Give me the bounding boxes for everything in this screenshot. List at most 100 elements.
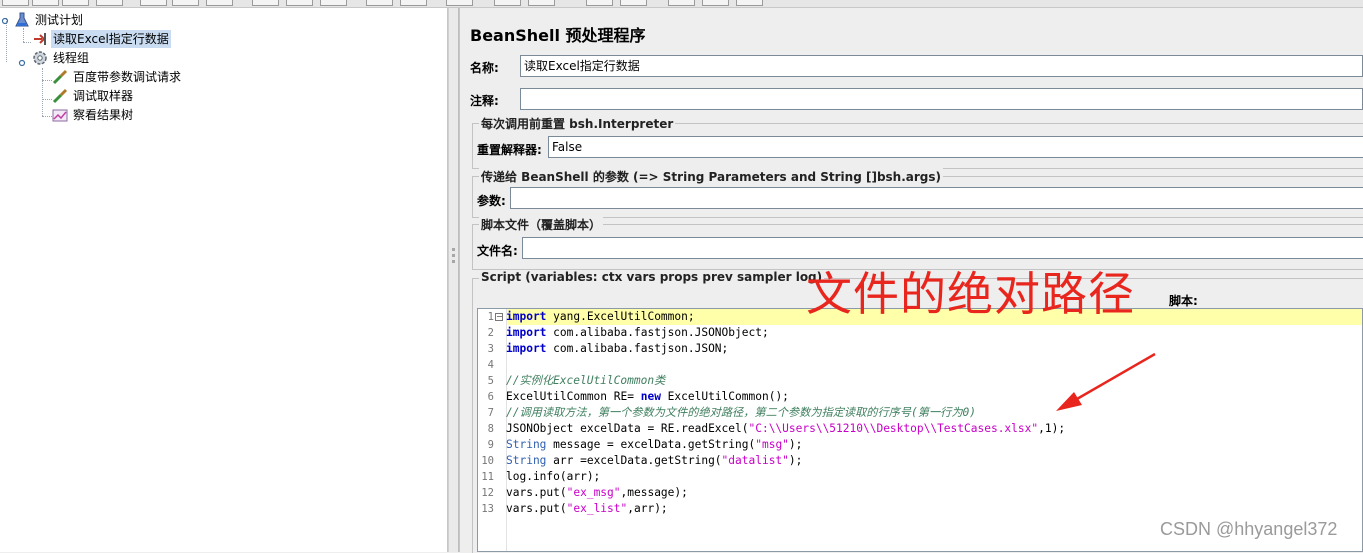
- tree-connector: [23, 28, 24, 42]
- line-number: 9: [487, 439, 494, 451]
- tree-item-test-plan[interactable]: 测试计划: [14, 11, 85, 29]
- toolbar-button[interactable]: [206, 0, 233, 6]
- test-plan-tree: 测试计划 读取Excel指定行数据 线程组 百度带参数调试请求 调试取样器 察看…: [0, 8, 448, 552]
- code-line: JSONObject excelData = RE.readExcel("C:\…: [506, 422, 1066, 435]
- toolbar-button[interactable]: [494, 0, 521, 6]
- code-line: import com.alibaba.fastjson.JSON;: [506, 342, 729, 355]
- line-number: 2: [487, 327, 494, 339]
- line-number: 3: [487, 343, 494, 355]
- toolbar-button[interactable]: [668, 0, 695, 6]
- line-number: 12: [481, 487, 494, 499]
- reset-label: 重置解释器:: [477, 143, 542, 157]
- tree-connector: [42, 68, 43, 116]
- toolbar-button[interactable]: [366, 0, 393, 6]
- splitter-grip: [452, 254, 455, 257]
- toolbar-button[interactable]: [702, 0, 729, 6]
- line-number: 8: [487, 423, 494, 435]
- tree-connector: [23, 42, 31, 43]
- toolbar-button[interactable]: [620, 0, 647, 6]
- line-number: 11: [481, 471, 494, 483]
- code-line: //调用读取方法，第一个参数为文件的绝对路径，第二个参数为指定读取的行序号(第一…: [506, 406, 976, 419]
- toolbar-button[interactable]: [172, 0, 199, 6]
- toolbar-button[interactable]: [586, 0, 613, 6]
- code-line: String message = excelData.getString("ms…: [506, 438, 803, 451]
- code-line: vars.put("ex_list",arr);: [506, 502, 668, 515]
- line-number: 7: [487, 407, 494, 419]
- tree-connector: [42, 116, 52, 117]
- toolbar-button[interactable]: [62, 0, 89, 6]
- toolbar-button[interactable]: [286, 0, 313, 6]
- name-field[interactable]: 读取Excel指定行数据: [520, 55, 1363, 77]
- code-line: ExcelUtilCommon RE= new ExcelUtilCommon(…: [506, 390, 789, 403]
- toolbar-button[interactable]: [400, 0, 427, 6]
- tree-connector: [42, 80, 52, 81]
- line-number: 13: [481, 503, 494, 515]
- filename-label: 文件名:: [477, 244, 518, 258]
- toolbar-button[interactable]: [736, 0, 763, 6]
- script-group-title: Script (variables: ctx vars props prev s…: [479, 270, 825, 284]
- script-label: 脚本:: [1169, 294, 1198, 308]
- splitter-grip: [452, 260, 455, 263]
- parameters-group: 传递给 BeanShell 的参数 (=> String Parameters …: [472, 168, 1363, 218]
- toolbar-button[interactable]: [446, 0, 473, 6]
- parameters-group-title: 传递给 BeanShell 的参数 (=> String Parameters …: [479, 168, 944, 185]
- toolbar-button[interactable]: [252, 0, 279, 6]
- panel-border: [458, 8, 459, 552]
- preprocessor-icon: [32, 31, 48, 47]
- parameters-field[interactable]: [510, 187, 1363, 209]
- reset-interpreter-group: 每次调用前重置 bsh.Interpreter 重置解释器: False: [472, 115, 1363, 169]
- chart-icon: [52, 107, 68, 123]
- comment-field[interactable]: [520, 88, 1363, 110]
- line-number: 5: [487, 375, 494, 387]
- tree-item-preprocessor[interactable]: 读取Excel指定行数据: [32, 30, 171, 48]
- toolbar-button[interactable]: [2, 0, 29, 6]
- name-label: 名称:: [470, 61, 499, 75]
- splitter-grip: [452, 248, 455, 251]
- reset-interpreter-select[interactable]: False: [548, 136, 1363, 158]
- tree-item-thread-group[interactable]: 线程组: [32, 49, 91, 67]
- toolbar-button[interactable]: [32, 0, 59, 6]
- gear-icon: [32, 50, 48, 66]
- line-number: 6: [487, 391, 494, 403]
- annotation-text: 文件的绝对路径: [806, 267, 1135, 321]
- collapse-toggle[interactable]: [1, 14, 9, 25]
- tree-item-results-tree[interactable]: 察看结果树: [52, 106, 135, 124]
- tree-item-label: 读取Excel指定行数据: [51, 30, 171, 48]
- script-file-group-title: 脚本文件（覆盖脚本）: [479, 216, 604, 233]
- tree-item-baidu-request[interactable]: 百度带参数调试请求: [52, 68, 183, 86]
- code-line: vars.put("ex_msg",message);: [506, 486, 688, 499]
- toolbar-button[interactable]: [140, 0, 167, 6]
- code-line: String arr =excelData.getString("datalis…: [506, 454, 803, 467]
- toolbar-button[interactable]: [320, 0, 347, 6]
- fold-toggle[interactable]: −: [495, 313, 503, 321]
- watermark: CSDN @hhyangel372: [1160, 519, 1338, 539]
- tree-item-label: 调试取样器: [73, 89, 134, 103]
- tree-item-label: 线程组: [53, 51, 90, 65]
- annotation-arrow: [1056, 352, 1156, 411]
- code-line: import yang.ExcelUtilCommon;: [506, 310, 695, 323]
- tree-item-label: 百度带参数调试请求: [73, 70, 182, 84]
- collapse-toggle[interactable]: [18, 56, 26, 67]
- comment-label: 注释:: [470, 94, 499, 108]
- toolbar-button[interactable]: [96, 0, 123, 6]
- pipette-icon: [52, 69, 68, 85]
- script-editor[interactable]: − 1 import yang.ExcelUtilCommon; 2 import c…: [477, 308, 1363, 552]
- toolbar: [0, 0, 1363, 8]
- code-line: //实例化ExcelUtilCommon类: [506, 374, 666, 387]
- line-number: 1: [487, 311, 494, 323]
- code-line: log.info(arr);: [506, 470, 601, 483]
- tree-connector: [42, 99, 52, 100]
- pipette-icon: [52, 88, 68, 104]
- page-title: BeanShell 预处理程序: [470, 26, 646, 45]
- code-line: import com.alibaba.fastjson.JSONObject;: [506, 326, 769, 339]
- line-number: 4: [487, 359, 494, 371]
- reset-group-title: 每次调用前重置 bsh.Interpreter: [479, 115, 676, 132]
- toolbar-button[interactable]: [528, 0, 555, 6]
- tree-item-label: 察看结果树: [73, 108, 134, 122]
- test-plan-icon: [14, 12, 30, 28]
- line-number: 10: [481, 455, 494, 467]
- parameters-label: 参数:: [477, 194, 506, 208]
- tree-item-label: 测试计划: [35, 13, 84, 27]
- tree-item-debug-sampler[interactable]: 调试取样器: [52, 87, 135, 105]
- filename-field[interactable]: [522, 237, 1363, 259]
